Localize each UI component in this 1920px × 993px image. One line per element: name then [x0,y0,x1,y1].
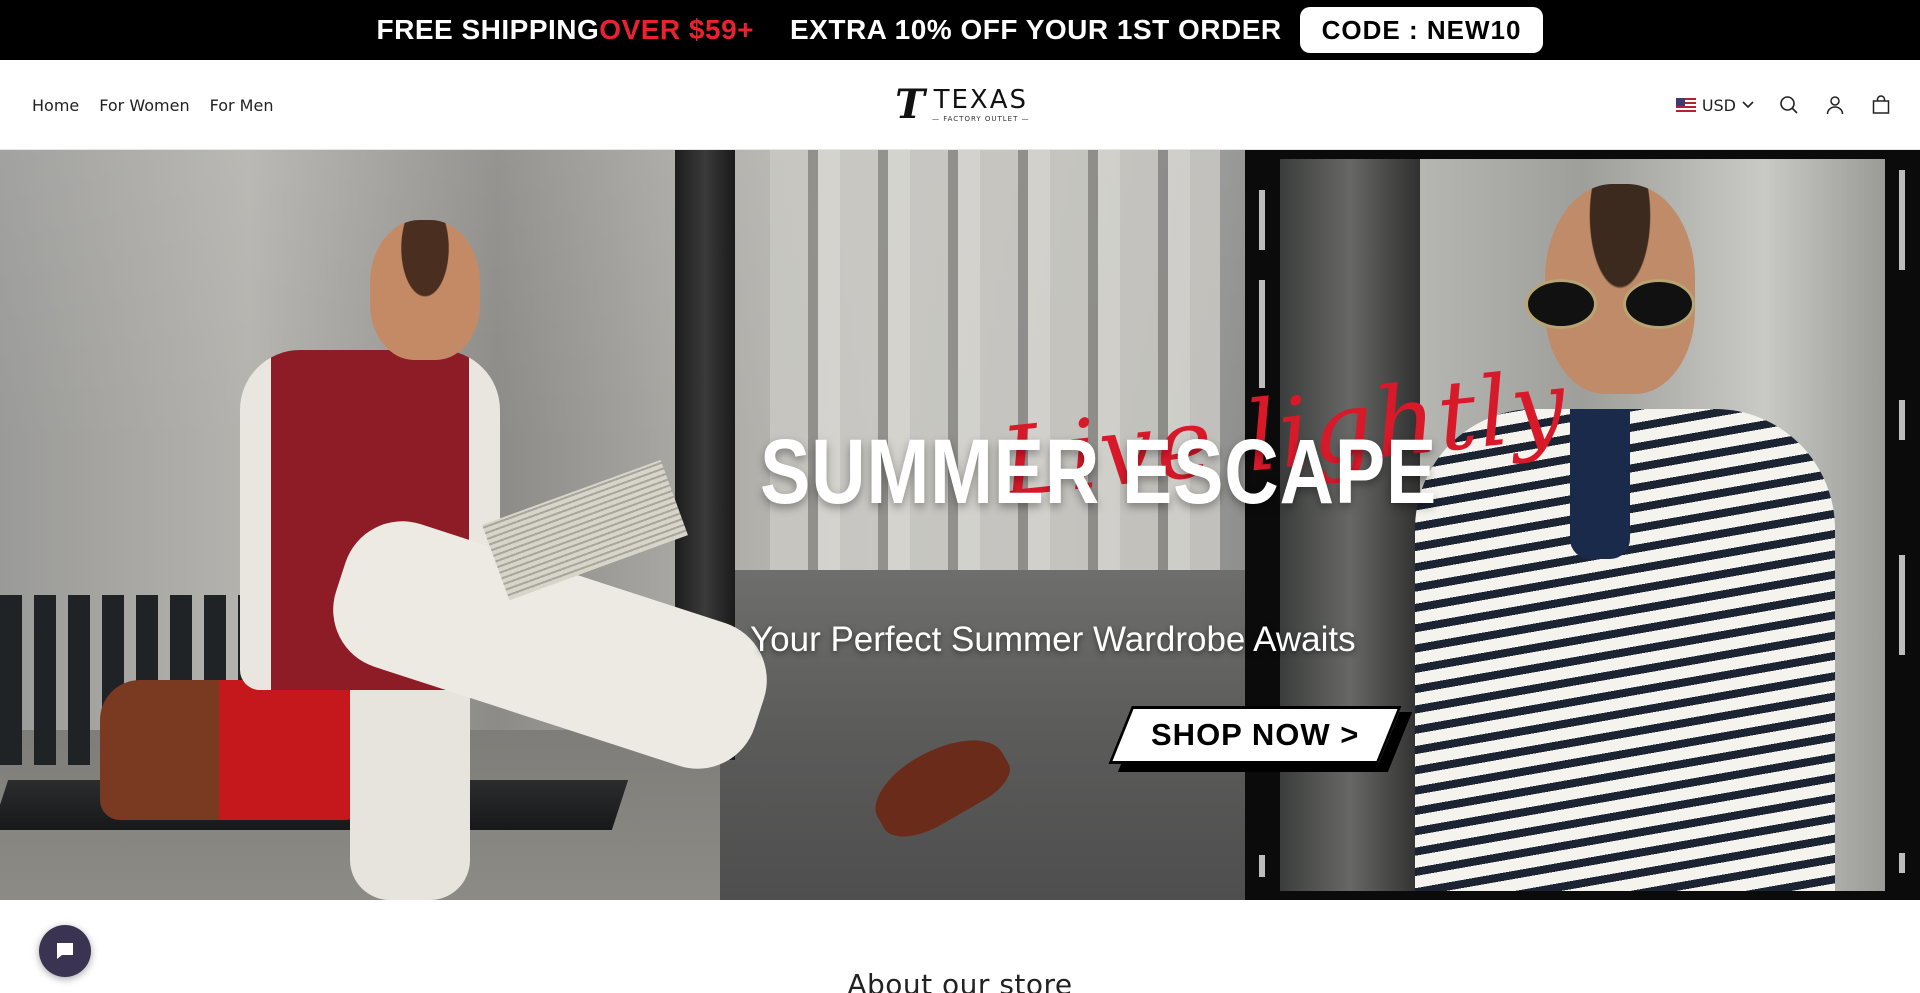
site-header: Home For Women For Men T TEXAS — FACTORY… [0,60,1920,150]
hero-subheadline: Your Perfect Summer Wardrobe Awaits [750,620,1356,659]
header-utilities: USD [1675,60,1892,150]
shop-now-label: SHOP NOW > [1150,717,1360,752]
nav-item-for-men[interactable]: For Men [210,96,274,115]
shop-now-button[interactable]: SHOP NOW > [1108,706,1413,772]
model-striped-shirt [1375,169,1885,891]
logo-name: TEXAS [933,85,1029,115]
announcement-bar: FREE SHIPPING OVER $59+ EXTRA 10% OFF YO… [0,0,1920,60]
announcement-shipping-threshold: OVER $59+ [599,14,754,45]
us-flag-icon [1675,98,1696,112]
main-nav: Home For Women For Men [32,60,273,150]
nav-item-home[interactable]: Home [32,96,79,115]
hero-headline: SUMMER ESCAPE [760,421,1438,523]
section-title: About our store [847,968,1073,993]
hero-banner[interactable]: Live lightly SUMMER ESCAPE Your Perfect … [0,150,1920,900]
hero-image-right [1245,150,1920,900]
model-reading [220,190,1019,900]
search-icon[interactable] [1778,94,1800,116]
cart-icon[interactable] [1870,94,1892,116]
chevron-down-icon [1742,101,1754,109]
logo-tagline: — FACTORY OUTLET — [932,115,1030,123]
currency-selector[interactable]: USD [1675,95,1754,115]
chat-bubble-icon [57,943,73,959]
nav-item-for-women[interactable]: For Women [99,96,189,115]
announcement-shipping: FREE SHIPPING [376,14,600,45]
promo-code-badge: CODE : NEW10 [1299,7,1544,53]
announcement-discount: EXTRA 10% OFF YOUR 1ST ORDER [790,14,1282,45]
film-strip-left [1245,150,1280,900]
hero-image-left [0,150,1245,900]
brand-logo[interactable]: T TEXAS — FACTORY OUTLET — [890,84,1030,126]
account-icon[interactable] [1824,94,1846,116]
currency-label: USD [1701,95,1736,115]
logo-mark: T [895,81,925,128]
film-strip-right [1885,150,1920,900]
